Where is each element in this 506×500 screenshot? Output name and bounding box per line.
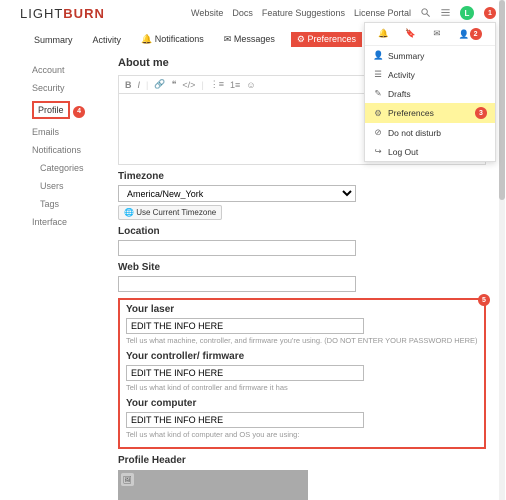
mail-icon[interactable]: ✉	[432, 28, 442, 40]
your-computer-input[interactable]	[126, 412, 364, 428]
sidebar-item-notifications[interactable]: Notifications	[30, 141, 108, 159]
dnd-icon: ⊘	[373, 127, 383, 138]
emoji-icon[interactable]: ☺	[246, 80, 255, 90]
dropdown-summary[interactable]: 👤Summary	[365, 46, 495, 65]
sidebar-item-users[interactable]: Users	[30, 177, 108, 195]
nav-feature-suggestions[interactable]: Feature Suggestions	[262, 8, 345, 18]
your-controller-hint: Tell us what kind of controller and firm…	[126, 383, 478, 392]
nav-docs[interactable]: Docs	[232, 8, 253, 18]
sidebar-item-security[interactable]: Security	[30, 79, 108, 97]
dropdown-preferences[interactable]: ⚙Preferences3	[365, 103, 495, 123]
sidebar-item-emails[interactable]: Emails	[30, 123, 108, 141]
annotation-marker-4: 4	[73, 106, 85, 118]
sidebar-item-account[interactable]: Account	[30, 61, 108, 79]
your-computer-hint: Tell us what kind of computer and OS you…	[126, 430, 478, 439]
your-laser-input[interactable]	[126, 318, 364, 334]
location-label: Location	[118, 226, 486, 237]
use-current-timezone-button[interactable]: 🌐 Use Current Timezone	[118, 205, 222, 220]
image-icon[interactable]: 🖼	[121, 473, 134, 486]
website-input[interactable]	[118, 276, 356, 292]
profile-header-label: Profile Header	[118, 455, 486, 466]
annotation-marker-5: 5	[478, 294, 490, 306]
nav-license-portal[interactable]: License Portal	[354, 8, 411, 18]
dropdown-dnd[interactable]: ⊘Do not disturb	[365, 123, 495, 142]
sidebar-item-interface[interactable]: Interface	[30, 213, 108, 231]
tab-activity[interactable]: Activity	[89, 33, 126, 47]
bold-icon[interactable]: B	[125, 80, 132, 90]
italic-icon[interactable]: I	[138, 80, 141, 90]
your-laser-hint: Tell us what machine, controller, and fi…	[126, 336, 478, 345]
dropdown-activity[interactable]: ☰Activity	[365, 65, 495, 84]
pencil-icon: ✎	[373, 88, 383, 99]
custom-fields-box: 5 Your laser Tell us what machine, contr…	[118, 298, 486, 449]
annotation-marker-1: 1	[484, 7, 496, 19]
person-icon: 👤	[373, 50, 383, 61]
link-icon[interactable]: 🔗	[154, 79, 165, 90]
user-dropdown: 🔔 🔖 ✉ 👤2 👤Summary ☰Activity ✎Drafts ⚙Pre…	[364, 22, 496, 162]
location-input[interactable]	[118, 240, 356, 256]
profile-header-upload[interactable]: 🖼	[118, 470, 308, 500]
tab-messages[interactable]: ✉ Messages	[220, 32, 279, 47]
your-controller-label: Your controller/ firmware	[126, 351, 478, 362]
sidebar-item-categories[interactable]: Categories	[30, 159, 108, 177]
timezone-label: Timezone	[118, 171, 486, 182]
website-label: Web Site	[118, 262, 486, 273]
list-icon: ☰	[373, 69, 383, 80]
user-icon[interactable]: 👤	[459, 29, 469, 40]
dropdown-logout[interactable]: ↪Log Out	[365, 142, 495, 161]
your-laser-label: Your laser	[126, 304, 478, 315]
avatar[interactable]: L	[460, 6, 474, 20]
timezone-select[interactable]: America/New_York	[118, 185, 356, 202]
sidebar-item-profile[interactable]: Profile 4	[30, 97, 108, 123]
logo[interactable]: LIGHTBURN	[20, 6, 105, 21]
bell-icon[interactable]: 🔔	[378, 28, 388, 40]
annotation-marker-2: 2	[470, 28, 482, 40]
quote-icon[interactable]: ❝	[172, 79, 177, 90]
scrollbar-thumb[interactable]	[499, 0, 505, 200]
annotation-marker-3: 3	[475, 107, 487, 119]
tab-summary[interactable]: Summary	[30, 33, 77, 47]
settings-sidebar: Account Security Profile 4 Emails Notifi…	[30, 51, 108, 500]
bullet-list-icon[interactable]: ⋮≡	[210, 79, 224, 90]
dropdown-tab-row: 🔔 🔖 ✉ 👤2	[365, 23, 495, 46]
dropdown-drafts[interactable]: ✎Drafts	[365, 84, 495, 103]
your-computer-label: Your computer	[126, 398, 478, 409]
number-list-icon[interactable]: 1≡	[230, 80, 240, 90]
code-icon[interactable]: </>	[182, 80, 195, 90]
bookmark-icon[interactable]: 🔖	[405, 28, 415, 40]
sidebar-item-tags[interactable]: Tags	[30, 195, 108, 213]
nav-website[interactable]: Website	[191, 8, 223, 18]
tab-preferences[interactable]: ⚙ Preferences	[291, 32, 362, 47]
top-nav: Website Docs Feature Suggestions License…	[191, 6, 496, 20]
search-icon[interactable]	[420, 7, 431, 20]
tab-notifications[interactable]: 🔔 Notifications	[137, 32, 208, 47]
gear-icon: ⚙	[373, 108, 383, 119]
your-controller-input[interactable]	[126, 365, 364, 381]
logout-icon: ↪	[373, 146, 383, 157]
menu-icon[interactable]	[440, 7, 451, 20]
